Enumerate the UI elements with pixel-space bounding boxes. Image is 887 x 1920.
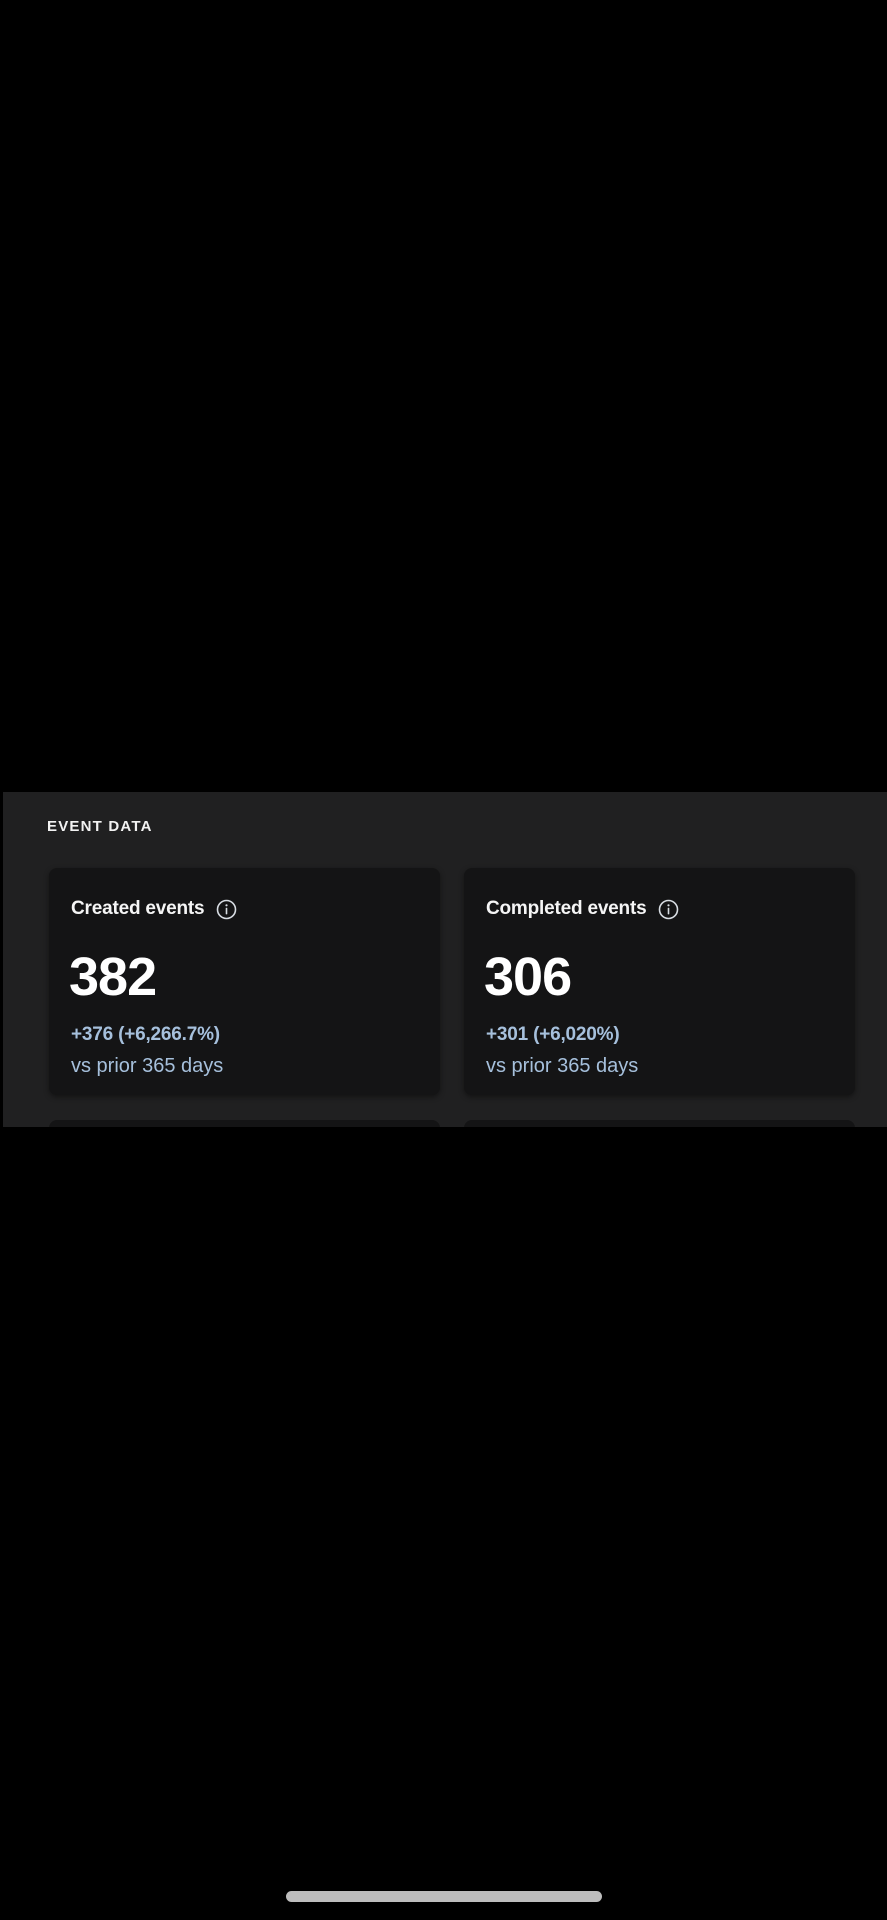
completed-events-card[interactable]: Completed events 306 +301 (+6,020%) vs p… xyxy=(464,868,855,1095)
created-events-card[interactable]: Created events 382 +376 (+6,266.7%) vs p… xyxy=(49,868,440,1095)
next-card-right-partial[interactable] xyxy=(464,1120,855,1127)
card-header: Created events xyxy=(71,898,237,920)
info-icon[interactable] xyxy=(658,899,679,920)
metric-value: 382 xyxy=(69,947,157,1007)
card-header: Completed events xyxy=(486,898,679,920)
next-card-left-partial[interactable] xyxy=(49,1120,440,1127)
card-label: Completed events xyxy=(486,898,647,919)
event-data-panel: EVENT DATA Created events 382 +376 (+6,2… xyxy=(3,792,887,1127)
comparison-text: vs prior 365 days xyxy=(71,1055,224,1077)
comparison-text: vs prior 365 days xyxy=(486,1055,639,1077)
app-screen: EVENT DATA Created events 382 +376 (+6,2… xyxy=(0,0,887,1920)
metric-value: 306 xyxy=(484,947,572,1007)
metric-delta: +376 (+6,266.7%) xyxy=(71,1024,220,1045)
info-icon[interactable] xyxy=(216,899,237,920)
home-indicator[interactable] xyxy=(286,1891,602,1902)
metric-delta: +301 (+6,020%) xyxy=(486,1024,620,1045)
section-title: EVENT DATA xyxy=(47,818,153,835)
card-label: Created events xyxy=(71,898,205,919)
